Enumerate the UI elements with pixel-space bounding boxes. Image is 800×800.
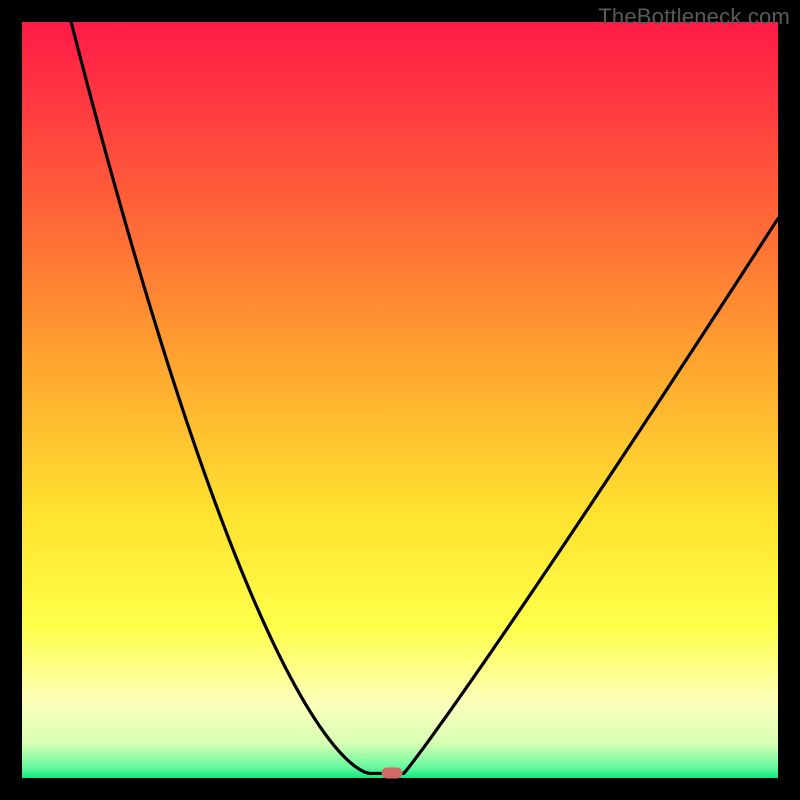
bottleneck-chart <box>22 22 778 778</box>
watermark-text: TheBottleneck.com <box>598 4 790 30</box>
gradient-background <box>22 22 778 778</box>
chart-frame <box>22 22 778 778</box>
optimum-marker <box>382 768 403 779</box>
